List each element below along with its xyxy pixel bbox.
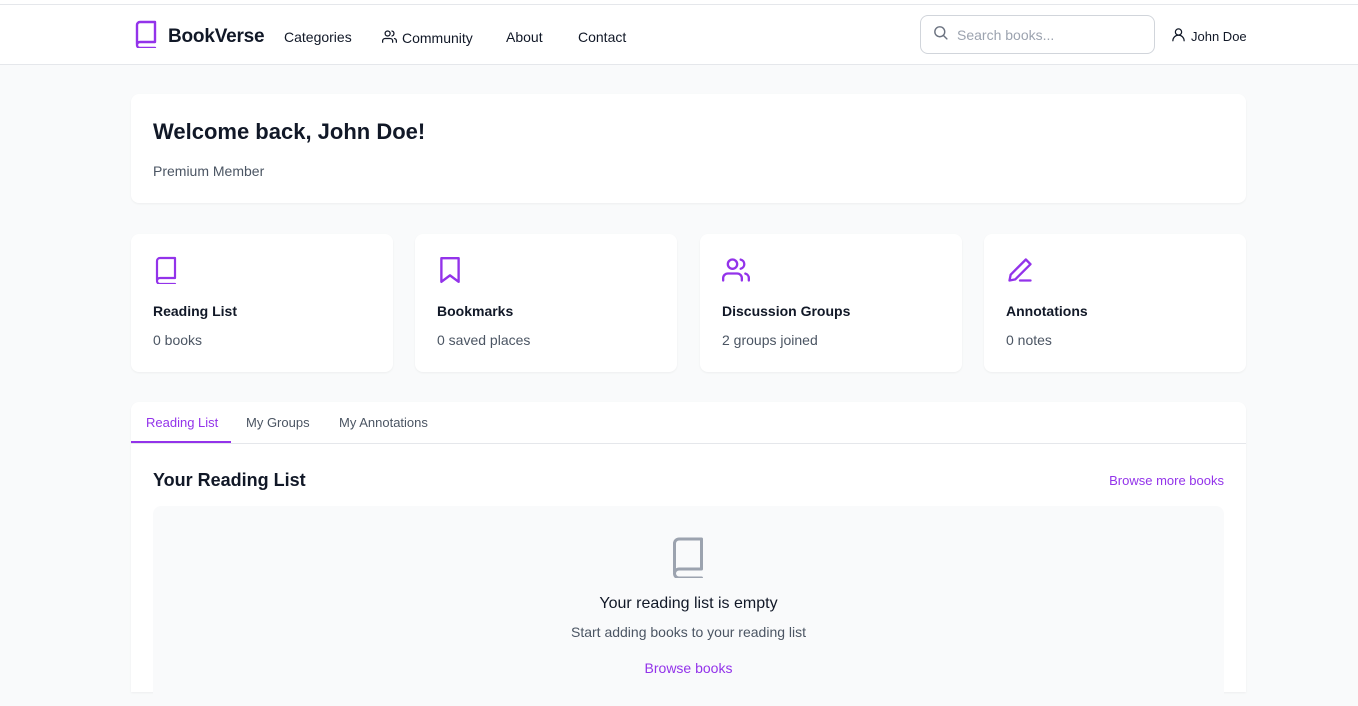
pen-icon <box>1006 256 1034 289</box>
stat-title: Discussion Groups <box>722 303 851 319</box>
nav-link-contact[interactable]: Contact <box>578 29 626 45</box>
user-name: John Doe <box>1191 28 1247 44</box>
nav-link-label: Community <box>402 29 473 46</box>
nav-link-label: Categories <box>284 29 352 45</box>
tab-bar: Reading List My Groups My Annotations <box>131 402 1246 444</box>
browse-more-books-link[interactable]: Browse more books <box>1109 473 1224 488</box>
users-icon <box>722 256 751 289</box>
empty-state-title: Your reading list is empty <box>599 595 778 612</box>
stat-card-bookmarks[interactable]: Bookmarks 0 saved places <box>415 234 677 372</box>
welcome-title: Welcome back, John Doe! <box>153 119 426 144</box>
empty-state: Your reading list is empty Start adding … <box>153 506 1224 706</box>
stat-title: Annotations <box>1006 303 1088 319</box>
empty-state-subtitle: Start adding books to your reading list <box>570 624 807 640</box>
tab-my-annotations[interactable]: My Annotations <box>339 415 428 430</box>
welcome-card: Welcome back, John Doe! Premium Member <box>131 94 1246 203</box>
tab-reading-list[interactable]: Reading List <box>146 415 218 430</box>
stat-card-reading-list[interactable]: Reading List 0 books <box>131 234 393 372</box>
tab-my-groups[interactable]: My Groups <box>246 415 310 430</box>
search-icon <box>932 24 949 46</box>
brand-name: BookVerse <box>168 25 265 47</box>
stat-card-annotations[interactable]: Annotations 0 notes <box>984 234 1246 372</box>
nav-link-label: Contact <box>578 29 627 45</box>
bookmark-icon <box>437 256 463 289</box>
browse-books-link[interactable]: Browse books <box>153 660 1224 676</box>
brand-logo[interactable]: BookVerse <box>134 20 265 53</box>
membership-status: Premium Member <box>153 163 265 179</box>
nav-link-about[interactable]: About <box>506 29 543 45</box>
navbar: BookVerse Categories Community About Con… <box>0 5 1358 65</box>
active-tab-indicator <box>131 441 231 443</box>
stat-title: Bookmarks <box>437 303 514 319</box>
stat-value: 2 groups joined <box>722 332 818 348</box>
stat-card-discussion-groups[interactable]: Discussion Groups 2 groups joined <box>700 234 962 372</box>
user-menu[interactable]: John Doe <box>1171 27 1247 45</box>
search-box[interactable] <box>920 15 1155 54</box>
book-icon <box>134 20 158 53</box>
book-icon <box>670 536 706 583</box>
stat-value: 0 notes <box>1006 332 1052 348</box>
tabs-panel: Reading List My Groups My Annotations Yo… <box>131 402 1246 706</box>
stat-value: 0 saved places <box>437 332 531 348</box>
stat-title: Reading List <box>153 303 238 319</box>
nav-link-label: About <box>506 29 543 45</box>
nav-link-community[interactable]: Community <box>382 29 473 46</box>
user-icon <box>1171 27 1186 45</box>
nav-link-categories[interactable]: Categories <box>284 29 352 45</box>
book-icon <box>153 256 179 289</box>
stat-value: 0 books <box>153 332 203 348</box>
users-icon <box>382 29 398 46</box>
section-title: Your Reading List <box>153 470 306 490</box>
search-input[interactable] <box>957 26 1137 43</box>
